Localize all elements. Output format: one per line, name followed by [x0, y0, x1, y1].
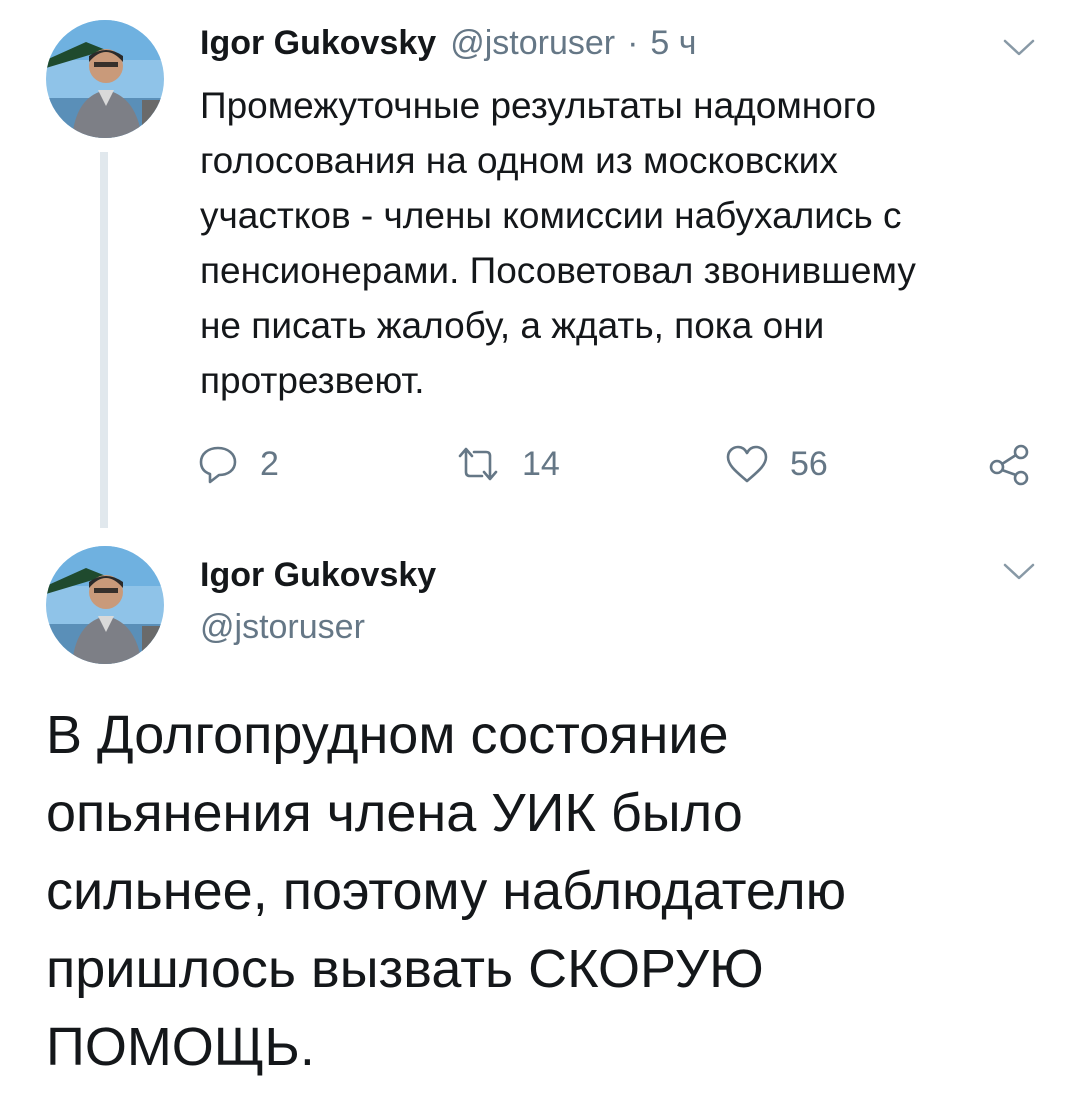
author-name[interactable]: Igor Gukovsky [200, 24, 436, 63]
tweet-text-line: пенсионерами. Посоветовал звонившему [200, 250, 916, 291]
tweet-text-line: опьянения члена УИК было [46, 783, 743, 843]
tweet-text-line: Промежуточные результаты надомного [200, 85, 877, 126]
tweet-text-line: пришлось вызвать СКОРУЮ [46, 939, 764, 999]
tweet-2[interactable]: Igor Gukovsky @jstoruser В Долгопрудном … [0, 530, 1080, 1104]
author-handle[interactable]: @jstoruser [450, 24, 615, 63]
tweet-1[interactable]: Igor Gukovsky @jstoruser · 5 ч Промежуто… [0, 0, 1080, 530]
tweet-text-line: не писать жалобу, а ждать, пока они [200, 305, 825, 346]
like-button[interactable]: 56 [724, 438, 828, 490]
retweet-icon [458, 447, 498, 481]
chevron-down-icon[interactable] [1002, 562, 1036, 582]
reply-icon [199, 446, 237, 484]
share-button[interactable] [986, 438, 1032, 490]
tweet-text-line: протрезвеют. [200, 360, 425, 401]
tweet-text-line: В Долгопрудном состояние [46, 705, 729, 765]
tweet-header: Igor Gukovsky @jstoruser · 5 ч [200, 24, 697, 68]
reply-count: 2 [260, 444, 279, 483]
chevron-down-icon[interactable] [1002, 38, 1036, 58]
tweet-text: Промежуточные результаты надомного голос… [200, 78, 1040, 408]
tweet-text-line: голосования на одном из московских [200, 140, 838, 181]
timestamp[interactable]: 5 ч [650, 24, 696, 63]
avatar[interactable] [46, 20, 164, 138]
tweet-actions: 2 14 56 [196, 438, 1044, 490]
author-name[interactable]: Igor Gukovsky [200, 556, 436, 595]
heart-icon [726, 445, 768, 483]
author-handle[interactable]: @jstoruser [200, 608, 365, 647]
separator-dot: · [627, 24, 639, 62]
tweet-text-line: сильнее, поэтому наблюдателю [46, 861, 847, 921]
share-icon [989, 444, 1029, 486]
tweet-text-line: участков - члены комиссии набухались с [200, 195, 902, 236]
reply-button[interactable]: 2 [196, 438, 279, 490]
tweet-text: В Долгопрудном состояние опьянения члена… [46, 696, 1046, 1086]
avatar[interactable] [46, 546, 164, 664]
retweet-count: 14 [522, 444, 560, 483]
thread-line [100, 152, 108, 528]
tweet-text-line: ПОМОЩЬ. [46, 1017, 315, 1077]
retweet-button[interactable]: 14 [454, 438, 560, 490]
like-count: 56 [790, 444, 828, 483]
